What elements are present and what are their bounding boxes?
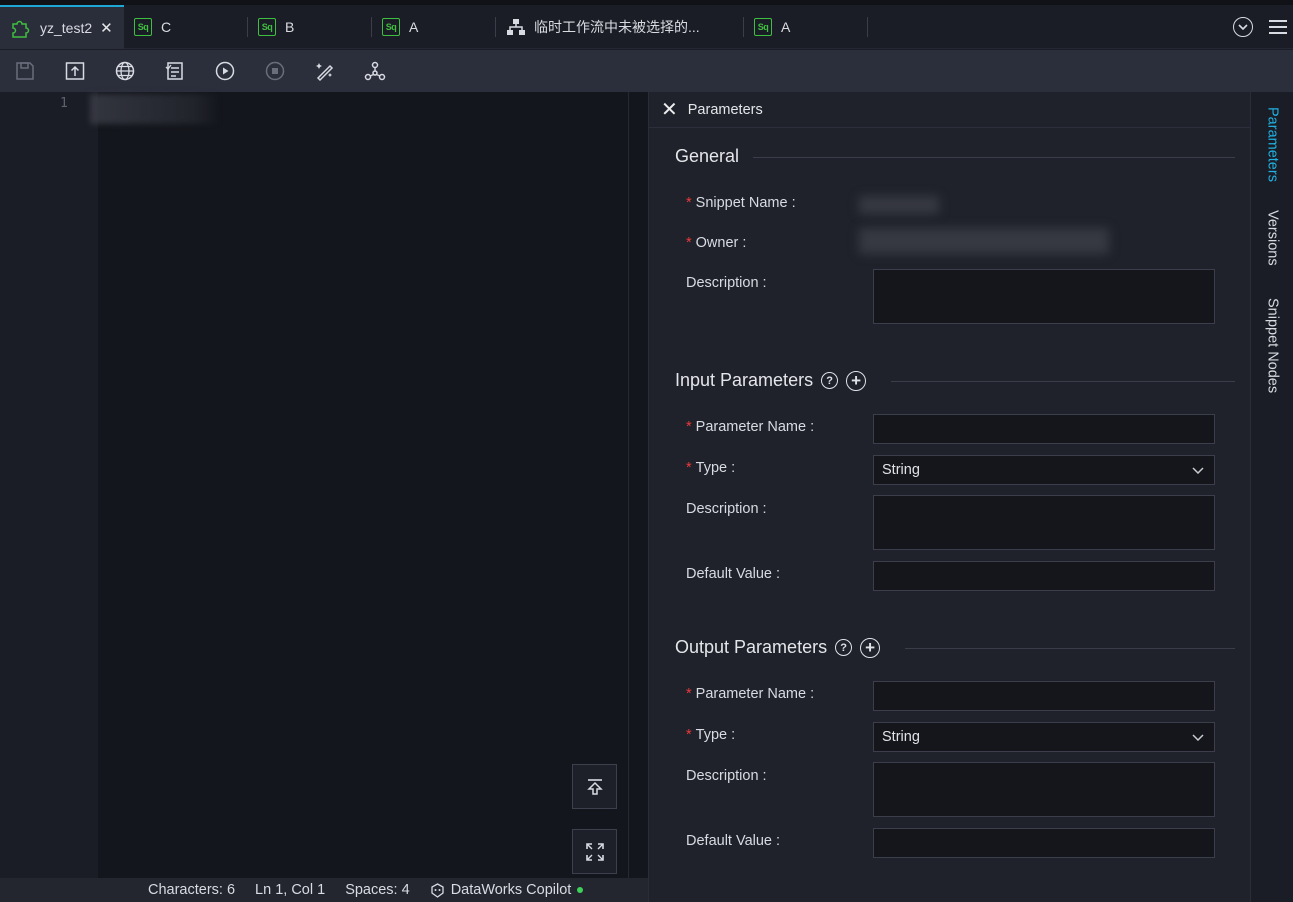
side-tab-snippet-nodes[interactable]: Snippet Nodes	[1251, 298, 1293, 393]
line-gutter	[0, 92, 98, 878]
output-description-input[interactable]	[873, 762, 1215, 817]
add-output-parameter-icon[interactable]: +	[860, 637, 881, 658]
input-description-label: Description :	[686, 501, 767, 517]
tab-label: yz_test2	[40, 19, 93, 36]
side-tab-bar: Parameters Versions Snippet Nodes	[1250, 92, 1293, 902]
input-param-name-input[interactable]	[873, 414, 1215, 444]
lineage-icon[interactable]	[364, 60, 386, 82]
format-icon[interactable]	[314, 60, 336, 82]
indentation[interactable]: Spaces: 4	[345, 882, 410, 898]
sql-icon: Sq	[382, 17, 400, 36]
section-heading: Output Parameters	[675, 637, 828, 657]
character-count: Characters: 6	[148, 882, 236, 898]
tab-a-2[interactable]: Sq A	[744, 5, 868, 49]
redacted-code	[90, 94, 220, 124]
panel-header: ✕ Parameters	[649, 92, 1250, 128]
fullscreen-button[interactable]	[572, 829, 617, 874]
chevron-down-icon	[1192, 462, 1204, 478]
tab-label: 临时工作流中未被选择的...	[534, 18, 700, 35]
tab-list-dropdown-icon[interactable]	[1233, 17, 1253, 37]
side-tab-parameters[interactable]: Parameters	[1251, 107, 1293, 182]
online-indicator	[577, 887, 584, 893]
output-type-select[interactable]: String	[873, 722, 1215, 752]
section-general: General	[675, 146, 739, 167]
close-icon[interactable]: ✕	[661, 100, 678, 120]
owner-value	[859, 228, 1109, 254]
toolbar	[0, 50, 1293, 92]
snippet-name-label: * Snippet Name :	[686, 195, 796, 211]
tab-temp-workflow[interactable]: 临时工作流中未被选择的...	[496, 5, 744, 49]
panel-title: Parameters	[687, 101, 763, 118]
tab-label: C	[161, 18, 172, 35]
add-input-parameter-icon[interactable]: +	[846, 370, 867, 391]
cursor-position[interactable]: Ln 1, Col 1	[255, 882, 325, 898]
checklist-icon[interactable]	[164, 60, 186, 82]
tab-label: A	[781, 18, 791, 35]
save-icon[interactable]	[14, 60, 36, 82]
scroll-to-top-button[interactable]	[572, 764, 617, 809]
input-description-input[interactable]	[873, 495, 1215, 550]
output-param-name-input[interactable]	[873, 681, 1215, 711]
sql-icon: Sq	[134, 17, 152, 36]
snippet-name-value	[859, 196, 939, 214]
help-icon[interactable]: ?	[821, 372, 839, 389]
tab-label: A	[409, 18, 419, 35]
description-label: Description :	[686, 275, 767, 291]
tab-label: B	[285, 18, 295, 35]
close-icon[interactable]: ✕	[100, 19, 113, 37]
status-bar: Characters: 6 Ln 1, Col 1 Spaces: 4 Data…	[0, 878, 648, 902]
input-param-name-label: * Parameter Name :	[686, 419, 815, 435]
copilot-label: DataWorks Copilot	[450, 882, 572, 898]
output-description-label: Description :	[686, 768, 767, 784]
select-value: String	[882, 729, 920, 745]
section-heading: Input Parameters	[675, 370, 814, 390]
copilot-status[interactable]: DataWorks Copilot	[430, 882, 584, 898]
input-type-select[interactable]: String	[873, 455, 1215, 485]
code-editor[interactable]: 1	[0, 92, 648, 878]
parameters-panel: ✕ Parameters General * Snippet Name : * Ow…	[648, 92, 1250, 902]
puzzle-icon	[10, 18, 32, 38]
section-heading: General	[675, 146, 740, 166]
general-description-input[interactable]	[873, 269, 1215, 324]
output-type-label: * Type :	[686, 727, 736, 743]
output-default-label: Default Value :	[686, 833, 781, 849]
select-value: String	[882, 462, 920, 478]
submit-icon[interactable]	[64, 60, 86, 82]
copilot-icon	[430, 882, 445, 898]
help-icon[interactable]: ?	[835, 639, 853, 656]
workflow-icon	[506, 18, 526, 36]
tab-bar: yz_test2 ✕ Sq C Sq B Sq A 临时工作流中未被选择的...…	[0, 4, 1293, 49]
tab-yz-test2[interactable]: yz_test2 ✕	[0, 4, 124, 49]
tab-a[interactable]: Sq A	[372, 5, 496, 49]
line-number: 1	[60, 96, 68, 111]
output-param-name-label: * Parameter Name :	[686, 686, 815, 702]
sql-icon: Sq	[754, 17, 772, 36]
input-type-label: * Type :	[686, 460, 736, 476]
chevron-down-icon	[1192, 729, 1204, 745]
section-input-parameters: Input Parameters ? +	[675, 370, 867, 391]
sql-icon: Sq	[258, 17, 276, 36]
stop-icon[interactable]	[264, 60, 286, 82]
output-default-input[interactable]	[873, 828, 1215, 858]
owner-label: * Owner :	[686, 235, 747, 251]
tab-c[interactable]: Sq C	[124, 5, 248, 49]
input-default-label: Default Value :	[686, 566, 781, 582]
globe-icon[interactable]	[114, 60, 136, 82]
run-icon[interactable]	[214, 60, 236, 82]
tab-b[interactable]: Sq B	[248, 5, 372, 49]
section-output-parameters: Output Parameters ? +	[675, 637, 881, 658]
side-tab-versions[interactable]: Versions	[1251, 210, 1293, 266]
input-default-input[interactable]	[873, 561, 1215, 591]
menu-icon[interactable]	[1269, 20, 1287, 34]
